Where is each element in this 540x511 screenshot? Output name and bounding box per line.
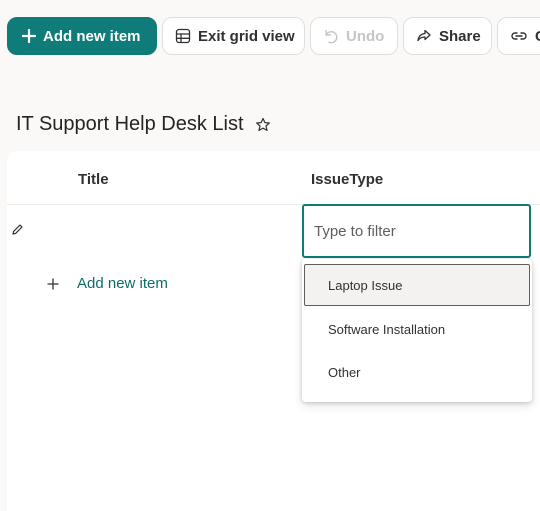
copy-link-label: C	[535, 28, 540, 45]
share-label: Share	[439, 27, 481, 45]
add-new-item-row-label: Add new item	[77, 275, 168, 292]
exit-grid-view-label: Exit grid view	[198, 27, 295, 45]
undo-button[interactable]: Undo	[310, 17, 398, 55]
option-laptop-issue[interactable]: Laptop Issue	[304, 264, 530, 306]
issuetype-filter-input[interactable]	[302, 204, 531, 258]
exit-grid-view-button[interactable]: Exit grid view	[162, 17, 305, 55]
copy-link-button[interactable]: C	[497, 17, 540, 55]
edit-pencil-icon	[12, 224, 23, 235]
undo-label: Undo	[346, 27, 385, 45]
column-header-title[interactable]: Title	[78, 171, 109, 188]
command-bar: Add new item Exit grid view Undo Share C	[0, 0, 540, 62]
option-software-installation[interactable]: Software Installation	[304, 308, 530, 350]
add-new-item-button[interactable]: Add new item	[7, 17, 157, 55]
add-new-item-row[interactable]: Add new item	[46, 275, 168, 292]
option-other[interactable]: Other	[304, 351, 530, 393]
favorite-star-icon[interactable]	[255, 117, 271, 133]
add-new-item-label: Add new item	[43, 27, 141, 45]
share-icon	[417, 29, 431, 42]
plus-icon	[22, 29, 36, 43]
option-label: Laptop Issue	[328, 277, 403, 293]
undo-icon	[325, 30, 338, 44]
share-button[interactable]: Share	[403, 17, 492, 55]
plus-icon	[47, 278, 59, 289]
column-header-issuetype[interactable]: IssueType	[311, 171, 383, 188]
link-icon	[511, 32, 527, 40]
grid-icon	[175, 28, 191, 44]
option-label: Other	[328, 364, 361, 380]
option-label: Software Installation	[328, 321, 446, 337]
issuetype-options-dropdown: Laptop Issue Software Installation Other	[302, 259, 532, 402]
page-title: IT Support Help Desk List	[16, 113, 244, 135]
